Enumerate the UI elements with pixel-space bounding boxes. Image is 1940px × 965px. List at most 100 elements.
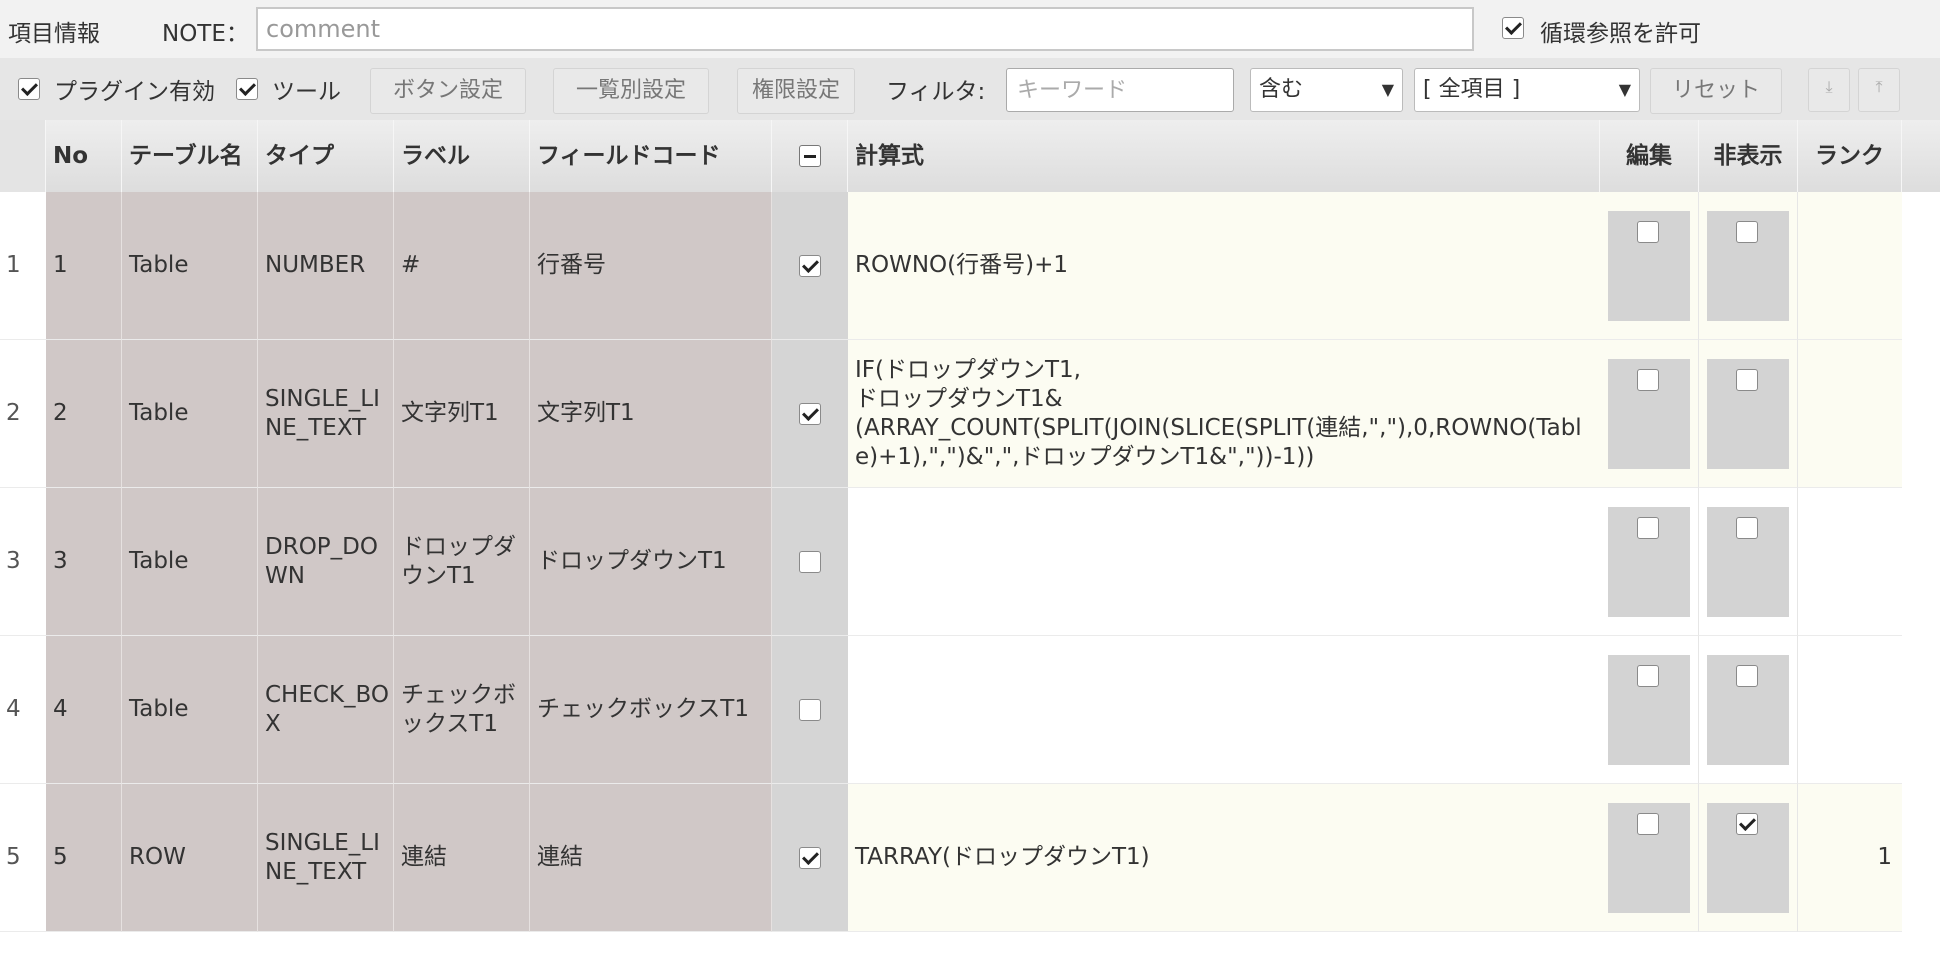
header-hidden[interactable]: 非表示 [1699, 120, 1798, 192]
cell-formula[interactable]: IF(ドロップダウンT1, ドロップダウンT1& (ARRAY_COUNT(SP… [848, 340, 1600, 488]
cell-field-code: 文字列T1 [530, 340, 772, 488]
move-top-button[interactable]: ⤒ [1858, 68, 1900, 112]
hidden-checkbox[interactable] [1736, 664, 1758, 687]
cell-rank[interactable] [1798, 636, 1902, 784]
table-row[interactable]: 2 2 Table SINGLE_LINE_TEXT 文字列T1 文字列T1 IF(ドロップ… [0, 340, 1940, 488]
allow-circular-checkbox[interactable] [1502, 17, 1524, 39]
header-toggle-all[interactable] [772, 120, 848, 192]
hidden-toggle-box[interactable] [1707, 654, 1789, 765]
edit-checkbox[interactable] [1637, 812, 1659, 835]
edit-checkbox[interactable] [1637, 664, 1659, 687]
edit-toggle-box[interactable] [1608, 358, 1690, 469]
note-input[interactable] [256, 7, 1474, 51]
button-settings-button[interactable]: ボタン設定 [370, 68, 526, 114]
cell-label: 連結 [394, 784, 530, 932]
hidden-toggle-box[interactable] [1707, 506, 1789, 617]
hidden-toggle-box[interactable] [1707, 802, 1789, 913]
formula-enabled-checkbox[interactable] [799, 402, 821, 425]
field-filter-value: [ 全項目 ] [1423, 77, 1521, 102]
edit-toggle-box[interactable] [1608, 654, 1690, 765]
formula-enabled-checkbox[interactable] [799, 550, 821, 573]
cell-enabled [772, 192, 848, 340]
cell-enabled [772, 784, 848, 932]
hidden-checkbox[interactable] [1736, 368, 1758, 391]
cell-type: CHECK_BOX [258, 636, 394, 784]
tool-label: ツール [272, 79, 341, 105]
edit-checkbox[interactable] [1637, 220, 1659, 243]
match-mode-select[interactable]: 含む ▼ [1250, 68, 1403, 112]
cell-no: 2 [46, 340, 122, 488]
cell-field-code: 行番号 [530, 192, 772, 340]
cell-edit [1600, 636, 1699, 784]
header-table-name[interactable]: テーブル名 [122, 120, 258, 192]
cell-field-code: チェックボックスT1 [530, 636, 772, 784]
cell-no: 1 [46, 192, 122, 340]
header-formula[interactable]: 計算式 [848, 120, 1600, 192]
cell-enabled [772, 636, 848, 784]
cell-label: ドロップダウンT1 [394, 488, 530, 636]
toggle-all-checkbox[interactable] [798, 145, 821, 167]
hidden-checkbox[interactable] [1736, 516, 1758, 539]
cell-field-code: ドロップダウンT1 [530, 488, 772, 636]
row-number: 4 [0, 636, 46, 784]
formula-enabled-checkbox[interactable] [799, 846, 821, 869]
table-header: No テーブル名 タイプ ラベル フィールドコード 計算式 編集 非表示 ランク [0, 120, 1940, 192]
cell-edit [1600, 784, 1699, 932]
match-mode-value: 含む [1259, 77, 1304, 102]
list-settings-button[interactable]: 一覧別設定 [553, 68, 709, 114]
cell-table-name: Table [122, 340, 258, 488]
table-row[interactable]: 4 4 Table CHECK_BOX チェックボックスT1 チェックボックスT1 [0, 636, 1940, 784]
header-no[interactable]: No [46, 120, 122, 192]
allow-circular-label: 循環参照を許可 [1540, 21, 1701, 47]
hidden-checkbox[interactable] [1736, 812, 1758, 835]
item-info-bar: 項目情報 NOTE： 循環参照を許可 [0, 0, 1940, 58]
formula-enabled-checkbox[interactable] [799, 698, 821, 721]
edit-toggle-box[interactable] [1608, 210, 1690, 321]
row-number: 1 [0, 192, 46, 340]
keyword-input[interactable] [1006, 68, 1234, 112]
cell-table-name: ROW [122, 784, 258, 932]
plugin-enabled-label: プラグイン有効 [54, 79, 215, 105]
header-type[interactable]: タイプ [258, 120, 394, 192]
tool-checkbox[interactable] [236, 78, 258, 100]
edit-checkbox[interactable] [1637, 368, 1659, 391]
header-rank[interactable]: ランク [1798, 120, 1902, 192]
cell-formula[interactable] [848, 636, 1600, 784]
hidden-toggle-box[interactable] [1707, 358, 1789, 469]
dropdown-arrow-icon: ▼ [1381, 80, 1394, 99]
note-label: NOTE： [162, 21, 249, 47]
cell-table-name: Table [122, 192, 258, 340]
hidden-toggle-box[interactable] [1707, 210, 1789, 321]
cell-rank[interactable] [1798, 340, 1902, 488]
filter-label: フィルタ: [886, 79, 986, 105]
section-title: 項目情報 [8, 21, 100, 47]
formula-enabled-checkbox[interactable] [799, 254, 821, 277]
cell-rank[interactable] [1798, 488, 1902, 636]
plugin-enabled-checkbox[interactable] [18, 78, 40, 100]
header-label[interactable]: ラベル [394, 120, 530, 192]
cell-formula[interactable]: ROWNO(行番号)+1 [848, 192, 1600, 340]
reset-button[interactable]: リセット [1650, 68, 1782, 114]
cell-rank[interactable] [1798, 192, 1902, 340]
table-row[interactable]: 5 5 ROW SINGLE_LINE_TEXT 連結 連結 TARRAY(ドロップダウンT… [0, 784, 1940, 932]
table-row[interactable]: 3 3 Table DROP_DOWN ドロップダウンT1 ドロップダウンT1 [0, 488, 1940, 636]
hidden-checkbox[interactable] [1736, 220, 1758, 243]
edit-toggle-box[interactable] [1608, 506, 1690, 617]
cell-formula[interactable] [848, 488, 1600, 636]
cell-type: SINGLE_LINE_TEXT [258, 784, 394, 932]
header-field-code[interactable]: フィールドコード [530, 120, 772, 192]
row-number: 2 [0, 340, 46, 488]
edit-checkbox[interactable] [1637, 516, 1659, 539]
move-to-top-icon: ⤒ [1875, 77, 1883, 96]
table-row[interactable]: 1 1 Table NUMBER # 行番号 ROWNO(行番号)+1 [0, 192, 1940, 340]
permission-settings-button[interactable]: 権限設定 [737, 68, 855, 114]
field-filter-select[interactable]: [ 全項目 ] ▼ [1414, 68, 1640, 112]
edit-toggle-box[interactable] [1608, 802, 1690, 913]
move-bottom-button[interactable]: ⤓ [1808, 68, 1850, 112]
cell-formula[interactable]: TARRAY(ドロップダウンT1) [848, 784, 1600, 932]
cell-table-name: Table [122, 636, 258, 784]
cell-hidden [1699, 488, 1798, 636]
cell-hidden [1699, 340, 1798, 488]
cell-rank[interactable]: 1 [1798, 784, 1902, 932]
header-edit[interactable]: 編集 [1600, 120, 1699, 192]
